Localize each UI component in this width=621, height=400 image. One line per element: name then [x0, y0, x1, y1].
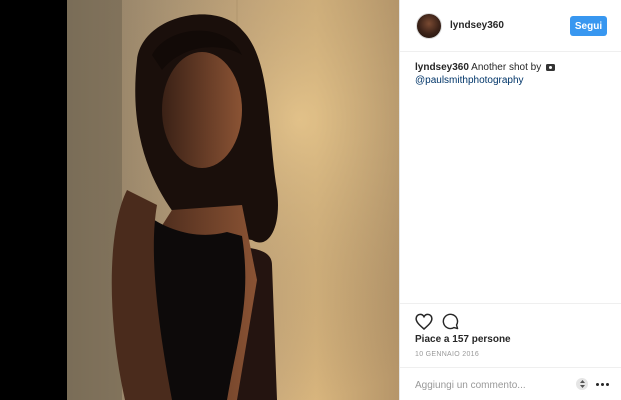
- comment-icon[interactable]: [442, 313, 459, 330]
- post-actions: [400, 303, 621, 330]
- portrait-image: [67, 0, 399, 400]
- sort-icon[interactable]: [576, 378, 588, 390]
- post-username[interactable]: lyndsey360: [450, 20, 504, 31]
- comment-input[interactable]: [415, 377, 565, 393]
- heart-icon[interactable]: [415, 313, 433, 330]
- avatar[interactable]: [416, 13, 442, 39]
- post-date: 10 GENNAIO 2016: [415, 351, 480, 358]
- lightbox-backdrop: [0, 0, 67, 400]
- camera-icon: [546, 64, 555, 71]
- caption-mention[interactable]: @paulsmithphotography: [415, 75, 524, 86]
- post-sidebar: lyndsey360 Segui lyndsey360 Another shot…: [399, 0, 621, 400]
- more-icon[interactable]: [596, 383, 609, 386]
- caption-username[interactable]: lyndsey360: [415, 62, 469, 73]
- like-count[interactable]: Piace a 157 persone: [415, 334, 511, 345]
- follow-button[interactable]: Segui: [570, 16, 607, 36]
- caption-text: Another shot by: [471, 62, 542, 73]
- post-photo[interactable]: [67, 0, 399, 400]
- post-caption: lyndsey360 Another shot by @paulsmithpho…: [415, 61, 610, 87]
- post-header: lyndsey360 Segui: [400, 0, 621, 52]
- comment-bar: [400, 367, 621, 400]
